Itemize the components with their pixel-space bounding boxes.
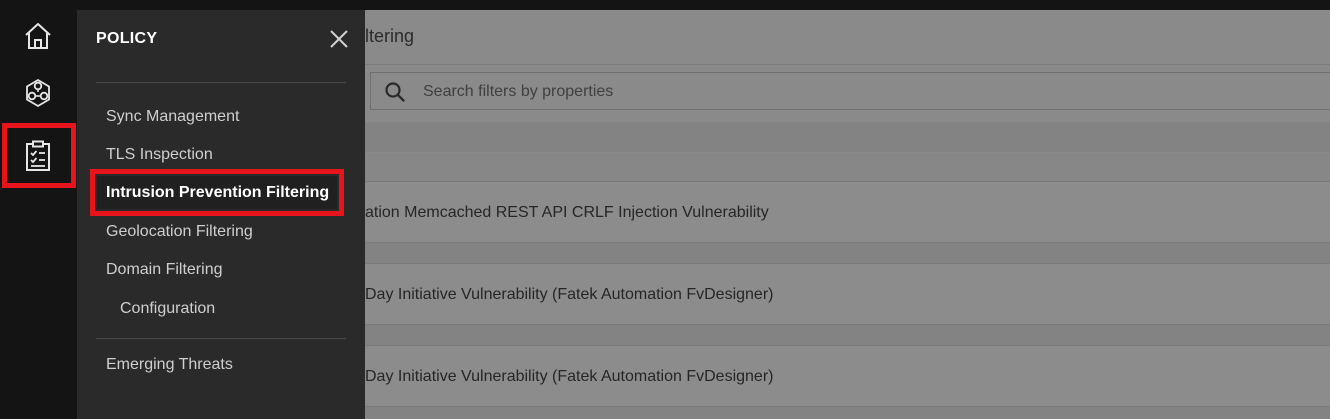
policy-flyout: POLICY Sync Management TLS Inspection In… [77,10,365,419]
network-icon [26,78,50,108]
flyout-title: POLICY [96,30,158,47]
filter-name: Day Initiative Vulnerability (Fatek Auto… [365,368,774,385]
icon-rail [0,0,77,419]
divider [96,338,346,339]
home-icon [25,23,51,49]
menu-item-domain-filtering[interactable]: Domain Filtering [106,261,222,279]
search-input[interactable] [421,73,1305,111]
network-button[interactable] [12,67,64,119]
home-button[interactable] [12,10,64,62]
filter-name: ation Memcached REST API CRLF Injection … [365,204,769,221]
close-icon[interactable] [328,28,350,50]
menu-item-intrusion-prevention-filtering[interactable]: Intrusion Prevention Filtering [106,184,329,202]
policy-clipboard-icon [26,140,50,171]
filter-row[interactable]: ation Memcached REST API CRLF Injection … [365,181,1330,243]
menu-item-emerging-threats[interactable]: Emerging Threats [106,356,233,374]
search-icon [385,82,405,102]
list-subheader [365,153,1330,181]
menu-item-geolocation-filtering[interactable]: Geolocation Filtering [106,223,253,241]
divider [365,64,1330,65]
filter-row[interactable]: Day Initiative Vulnerability (Fatek Auto… [365,345,1330,407]
filter-name: Day Initiative Vulnerability (Fatek Auto… [365,286,774,303]
search-box[interactable] [370,72,1330,111]
divider [96,82,346,83]
list-header [365,122,1330,152]
menu-item-tls-inspection[interactable]: TLS Inspection [106,146,213,164]
page-title: ltering [365,26,415,46]
policy-button[interactable] [12,130,64,182]
main-content: ltering ation Memcached REST API CRLF In… [365,10,1330,419]
menu-item-configuration[interactable]: Configuration [120,300,215,318]
top-bar [77,0,1330,10]
menu-item-sync-management[interactable]: Sync Management [106,108,239,126]
filter-row[interactable]: Day Initiative Vulnerability (Fatek Auto… [365,263,1330,325]
